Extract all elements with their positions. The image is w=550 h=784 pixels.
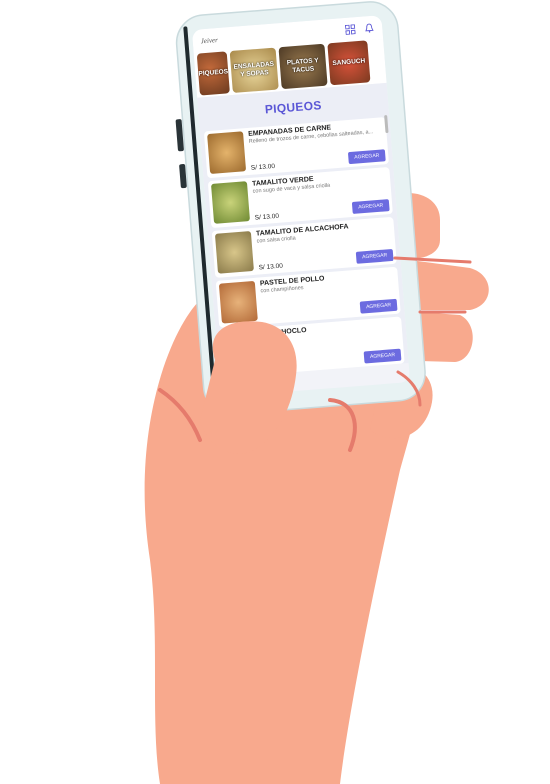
thumb xyxy=(200,321,297,454)
scene: Jeiver PIQUEOS ENSALADAS Y SOPAS PLATOS … xyxy=(0,0,550,784)
finger-crease xyxy=(393,256,472,264)
hand-front xyxy=(158,256,472,454)
palm-crease xyxy=(158,388,202,442)
finger-crease xyxy=(396,370,422,407)
palm-crease xyxy=(328,398,357,452)
